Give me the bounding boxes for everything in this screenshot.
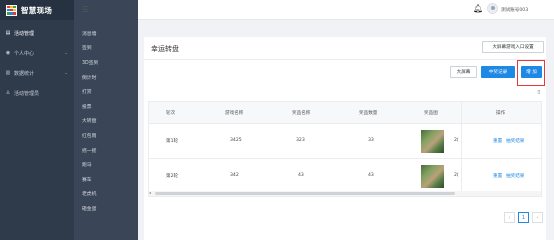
scroll-thumb[interactable] [155, 192, 455, 195]
logo[interactable]: 智慧现场 [0, 0, 74, 20]
cell-game: 342 [230, 173, 239, 178]
chart-icon: ▥ [5, 70, 11, 76]
data-table: 轮次 游戏名称 奖品名称 奖品数量 奖品图 第1轮 3425 323 33 2(… [148, 101, 542, 197]
reset-link[interactable]: 重置 [493, 173, 502, 179]
submenu-item[interactable]: 老虎机 [74, 187, 138, 202]
sidebar-item-label: 个人中心 [14, 50, 35, 57]
submenu-item[interactable]: 红包雨 [74, 128, 138, 143]
document-icon: ▤ [5, 30, 11, 36]
sidebar-nav: ▤ 活动管理 ◉ 个人中心 ⌄ ▥ 数据统计 ⌄ ♙ 活动管理员 [0, 23, 74, 103]
column-header: 奖品名称 [292, 111, 311, 116]
sidebar-item-label: 活动管理员 [14, 90, 40, 97]
grid-icon[interactable]: ⠿ [537, 90, 541, 96]
cell-count: 33 [368, 138, 374, 143]
result-link[interactable]: 抽奖结果 [506, 173, 524, 179]
big-screen-entry-button[interactable]: 大屏幕游戏入口设置 [482, 41, 544, 53]
bell-icon[interactable]: 🔔︎ [473, 4, 483, 13]
sidebar-item-label: 数据统计 [14, 70, 35, 77]
submenu-item[interactable]: 跑马 [74, 157, 138, 172]
cell-game: 3425 [230, 138, 242, 143]
win-record-button[interactable]: 中奖记录 [481, 66, 515, 78]
column-header: 轮次 [166, 111, 176, 116]
app-title: 智慧现场 [21, 5, 53, 15]
actions-cell: 重置 抽奖结果 [462, 159, 541, 194]
submenu-item[interactable]: 赛车 [74, 172, 138, 187]
submenu-item[interactable]: 消息墙 [74, 26, 138, 41]
cell-overflow: 2( [454, 138, 459, 143]
submenu-item[interactable]: 砸金蛋 [74, 201, 138, 216]
sidebar-item-label: 活动管理 [14, 30, 35, 37]
page-title: 幸运转盘 [151, 45, 179, 53]
sidebar-item-activity[interactable]: ▤ 活动管理 [0, 23, 74, 43]
cell-prize: 43 [298, 173, 304, 178]
account-name[interactable]: 测试账号003 [501, 7, 528, 13]
sidebar-item-admin[interactable]: ♙ 活动管理员 [0, 83, 74, 103]
submenu-item[interactable]: 3D签到 [74, 55, 138, 70]
submenu-item[interactable]: 打赏 [74, 84, 138, 99]
result-link[interactable]: 抽奖结果 [506, 138, 524, 144]
next-page-button[interactable]: › [532, 212, 543, 223]
cell-round: 第2轮 [166, 174, 179, 179]
cell-overflow: 2( [454, 173, 459, 178]
prize-image [421, 130, 444, 153]
menu-toggle-icon[interactable]: ☰ [82, 5, 89, 14]
admin-icon: ♙ [5, 90, 11, 96]
submenu-item[interactable]: 大转盘 [74, 114, 138, 129]
prize-image [421, 165, 444, 188]
submenu-item[interactable]: 签到 [74, 41, 138, 56]
highlight-box [517, 60, 545, 86]
sidebar-item-stats[interactable]: ▥ 数据统计 ⌄ [0, 63, 74, 83]
actions-header: 操作 [462, 102, 541, 124]
column-header: 游戏名称 [225, 111, 244, 116]
avatar[interactable] [487, 3, 498, 14]
reset-link[interactable]: 重置 [493, 138, 502, 144]
page-number[interactable]: 1 [518, 212, 529, 223]
big-screen-button[interactable]: 大屏幕 [450, 66, 477, 78]
submenu-item[interactable]: 投票 [74, 99, 138, 114]
submenu-item[interactable]: 摇一摇 [74, 143, 138, 158]
chevron-down-icon: ⌄ [64, 50, 68, 56]
column-header: 奖品数量 [359, 111, 378, 116]
chevron-down-icon: ⌄ [64, 70, 68, 76]
cell-round: 第1轮 [166, 139, 179, 144]
logo-icon [6, 4, 17, 16]
divider [144, 59, 546, 60]
user-icon: ◉ [5, 50, 11, 56]
cell-count: 43 [368, 173, 374, 178]
actions-column: 操作 重置 抽奖结果 重置 抽奖结果 [461, 102, 541, 196]
actions-cell: 重置 抽奖结果 [462, 124, 541, 159]
submenu-item[interactable]: 倒计时 [74, 70, 138, 85]
cell-prize: 323 [296, 138, 305, 143]
horizontal-scrollbar[interactable]: ◂ [149, 190, 541, 196]
column-header: 奖品图 [424, 111, 438, 116]
scroll-left-icon[interactable]: ◂ [149, 190, 151, 195]
sidebar-item-personal[interactable]: ◉ 个人中心 ⌄ [0, 43, 74, 63]
prev-page-button[interactable]: ‹ [504, 212, 515, 223]
column-header: 操作 [496, 111, 506, 116]
submenu-list: 消息墙 签到 3D签到 倒计时 打赏 投票 大转盘 红包雨 摇一摇 跑马 赛车 … [74, 26, 138, 216]
